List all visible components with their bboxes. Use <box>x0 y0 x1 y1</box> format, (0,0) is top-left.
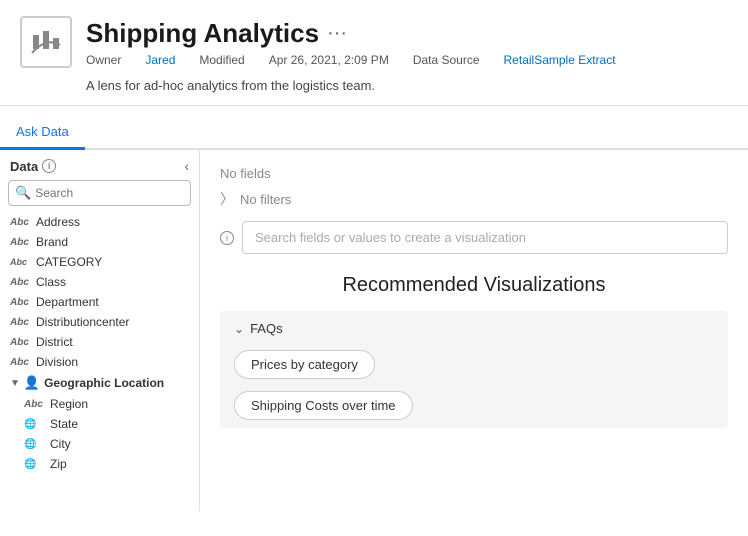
field-category[interactable]: Abc CATEGORY <box>0 252 199 272</box>
filter-row: 〉 No filters <box>220 189 728 209</box>
sidebar-collapse-button[interactable]: ‹ <box>184 158 189 174</box>
search-input[interactable] <box>35 186 184 200</box>
field-list: Abc Address Abc Brand Abc CATEGORY Abc C… <box>0 212 199 474</box>
modified-label: Modified <box>199 53 244 67</box>
faq-section: ⌄ FAQs Prices by category Shipping Costs… <box>220 311 728 428</box>
workbook-icon <box>20 16 72 68</box>
field-region[interactable]: Abc Region <box>0 394 199 414</box>
geo-icon: 👤 <box>24 375 40 391</box>
search-viz-input[interactable]: Search fields or values to create a visu… <box>242 221 728 254</box>
datasource-label: Data Source <box>413 53 480 67</box>
viz-btn-prices-by-category[interactable]: Prices by category <box>234 350 375 379</box>
recommended-visualizations-title: Recommended Visualizations <box>220 274 728 297</box>
field-city[interactable]: 🌐 City <box>0 434 199 454</box>
sidebar: Data i ‹ 🔍 Abc Address Abc Brand Abc CAT… <box>0 150 200 511</box>
data-info-icon[interactable]: i <box>42 159 56 173</box>
field-state[interactable]: 🌐 State <box>0 414 199 434</box>
field-distributioncenter[interactable]: Abc Distributioncenter <box>0 312 199 332</box>
field-address[interactable]: Abc Address <box>0 212 199 232</box>
no-filters-text: No filters <box>240 192 291 207</box>
page-description: A lens for ad-hoc analytics from the log… <box>86 78 728 93</box>
expand-icon: ▼ <box>10 378 20 389</box>
no-fields-text: No fields <box>220 166 728 181</box>
main-layout: Data i ‹ 🔍 Abc Address Abc Brand Abc CAT… <box>0 150 748 511</box>
content-area: No fields 〉 No filters i Search fields o… <box>200 150 748 511</box>
field-brand[interactable]: Abc Brand <box>0 232 199 252</box>
search-info-icon: i <box>220 231 234 245</box>
owner-link[interactable]: Jared <box>145 53 175 67</box>
page-header: Shipping Analytics ··· Owner Jared Modif… <box>0 0 748 106</box>
search-viz-row: i Search fields or values to create a vi… <box>220 221 728 254</box>
field-department[interactable]: Abc Department <box>0 292 199 312</box>
section-geographic-location[interactable]: ▼ 👤 Geographic Location <box>0 372 199 394</box>
field-district[interactable]: Abc District <box>0 332 199 352</box>
field-zip[interactable]: 🌐 Zip <box>0 454 199 474</box>
owner-label: Owner <box>86 53 121 67</box>
filter-icon: 〉 <box>220 189 234 209</box>
search-box[interactable]: 🔍 <box>8 180 191 206</box>
viz-buttons: Prices by category Shipping Costs over t… <box>220 346 728 428</box>
more-options-button[interactable]: ··· <box>327 22 347 45</box>
datasource-link[interactable]: RetailSample Extract <box>504 53 616 67</box>
faq-chevron-icon: ⌄ <box>234 322 244 336</box>
viz-btn-shipping-costs[interactable]: Shipping Costs over time <box>234 391 413 420</box>
tab-ask-data[interactable]: Ask Data <box>0 116 85 150</box>
faq-label: FAQs <box>250 321 283 336</box>
sidebar-title: Data i <box>10 159 56 174</box>
modified-date: Apr 26, 2021, 2:09 PM <box>269 53 389 67</box>
search-icon: 🔍 <box>15 185 31 201</box>
field-class[interactable]: Abc Class <box>0 272 199 292</box>
page-title: Shipping Analytics <box>86 18 319 49</box>
faq-header[interactable]: ⌄ FAQs <box>220 311 728 346</box>
tab-bar: Ask Data <box>0 116 748 150</box>
field-division[interactable]: Abc Division <box>0 352 199 372</box>
